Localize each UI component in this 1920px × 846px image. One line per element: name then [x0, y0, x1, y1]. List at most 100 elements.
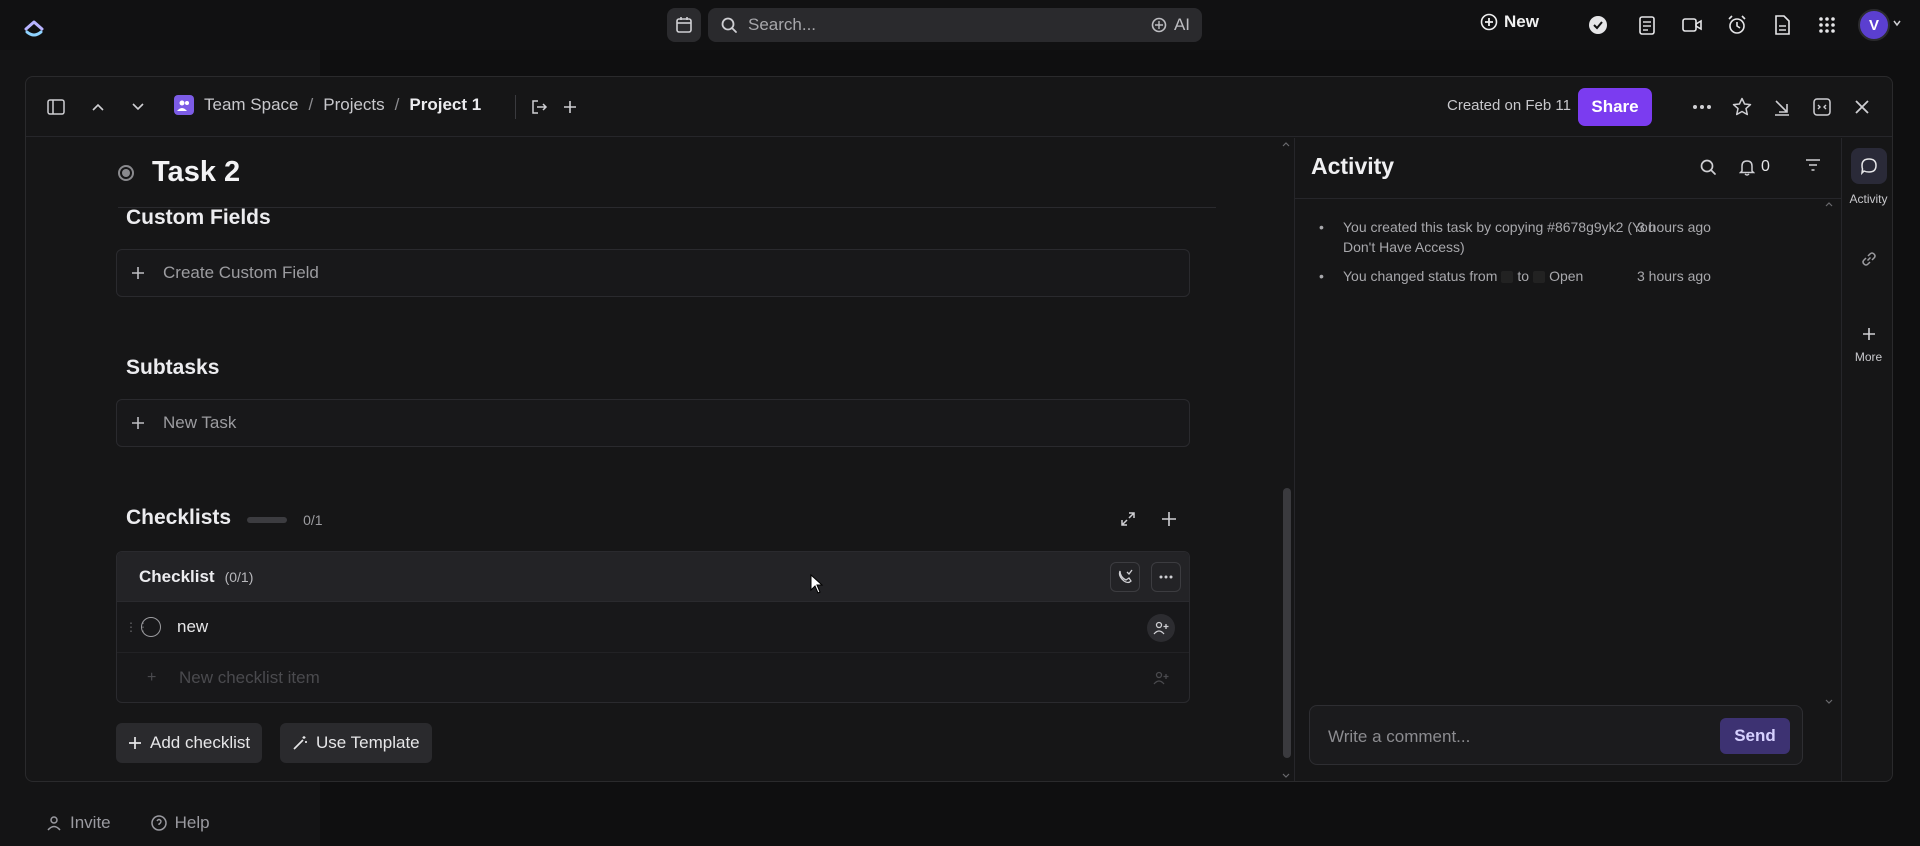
add-icon[interactable]: [560, 97, 580, 117]
move-task-icon[interactable]: [529, 97, 549, 117]
breadcrumb: Team Space / Projects / Project 1: [174, 95, 481, 115]
checklist-name[interactable]: Checklist: [139, 567, 215, 587]
link-icon[interactable]: [1842, 250, 1892, 268]
rail-more-label: More: [1854, 350, 1883, 364]
activity-scrollbar[interactable]: [1823, 198, 1835, 708]
rail-activity[interactable]: Activity: [1842, 148, 1892, 206]
checklist-more-icon[interactable]: [1151, 562, 1181, 592]
notification-count: 0: [1761, 158, 1770, 175]
plus-icon: [128, 736, 142, 750]
app-logo-icon[interactable]: [22, 14, 46, 38]
new-subtask-label: New Task: [163, 413, 237, 432]
magic-wand-icon: [292, 735, 308, 751]
activity-entry-time: 3 hours ago: [1637, 268, 1711, 284]
document-icon[interactable]: [1771, 14, 1793, 36]
task-scrollbar[interactable]: [1280, 138, 1292, 781]
checklist-item-text[interactable]: new: [177, 617, 208, 637]
activity-entry-time: 3 hours ago: [1637, 219, 1711, 235]
subtasks-heading: Subtasks: [126, 356, 220, 379]
new-subtask-button[interactable]: New Task: [116, 399, 1190, 447]
mouse-cursor: [810, 574, 824, 594]
activity-entry: • You created this task by copying #8678…: [1319, 219, 1711, 255]
breadcrumb-projects[interactable]: Projects: [323, 95, 384, 115]
checklists-heading: Checklists: [126, 506, 232, 529]
task-status-icon[interactable]: [118, 164, 134, 181]
alarm-clock-icon[interactable]: [1726, 14, 1748, 36]
user-avatar[interactable]: V: [1858, 9, 1890, 41]
chevron-down-icon[interactable]: [1892, 18, 1902, 28]
notepad-icon[interactable]: [1636, 14, 1658, 36]
add-checklist-icon[interactable]: [1158, 508, 1180, 530]
video-icon[interactable]: [1681, 14, 1703, 36]
star-icon[interactable]: [1732, 97, 1752, 117]
activity-title: Activity: [1311, 153, 1395, 179]
rail-more[interactable]: More: [1842, 326, 1892, 364]
share-button[interactable]: Share: [1578, 88, 1652, 126]
top-bar: Search... AI New V: [0, 0, 1920, 50]
search-icon: [720, 16, 738, 34]
chat-bubble-icon: [1850, 148, 1887, 184]
add-checklist-label: Add checklist: [150, 733, 251, 752]
search-bar[interactable]: Search... AI: [708, 8, 1202, 42]
new-checklist-item-row[interactable]: + New checklist item: [117, 653, 1189, 702]
new-checklist-item-input[interactable]: New checklist item: [179, 668, 320, 688]
breadcrumb-project-1[interactable]: Project 1: [409, 95, 481, 115]
checklist-progress-bar: [247, 517, 288, 523]
plus-circle-icon: [1480, 13, 1498, 31]
status-chip: [1533, 271, 1546, 284]
send-button[interactable]: Send: [1720, 718, 1790, 754]
assign-checklist-icon[interactable]: [1110, 562, 1140, 592]
breadcrumb-team-space[interactable]: Team Space: [204, 95, 299, 115]
invite-label: Invite: [70, 813, 111, 832]
use-template-label: Use Template: [316, 733, 420, 752]
help-icon: [150, 815, 167, 831]
task-modal: Team Space / Projects / Project 1 Create…: [25, 76, 1893, 782]
expand-checklists-icon[interactable]: [1117, 508, 1139, 530]
invite-button[interactable]: Invite: [46, 813, 111, 833]
calendar-icon[interactable]: [667, 8, 701, 42]
assign-user-icon[interactable]: [1147, 614, 1175, 642]
activity-entry: • You changed status from to Open 3 hours …: [1319, 268, 1711, 284]
plus-icon: [1861, 326, 1877, 342]
sidebar-toggle-icon[interactable]: [46, 97, 66, 117]
expand-icon[interactable]: [1812, 97, 1832, 117]
check-circle-icon[interactable]: [1587, 14, 1609, 36]
more-options-icon[interactable]: [1692, 97, 1712, 117]
chevron-up-icon[interactable]: [88, 97, 108, 117]
minimize-icon[interactable]: [1772, 97, 1792, 117]
checklist-item[interactable]: ⋮⋮ new: [117, 602, 1189, 653]
activity-entry-text: You created this task by copying #8678g9…: [1343, 219, 1656, 255]
right-rail: Activity More: [1841, 138, 1892, 781]
help-label: Help: [174, 813, 210, 832]
checklist-progress-text: 0/1: [303, 512, 323, 528]
add-checklist-button[interactable]: Add checklist: [116, 723, 263, 763]
scrollbar-thumb[interactable]: [1283, 488, 1291, 758]
activity-panel: Activity 0 • You created this task by co…: [1295, 138, 1841, 781]
status-chip: [1501, 271, 1514, 284]
checklist-item-checkbox[interactable]: [141, 617, 161, 637]
created-date: Created on Feb 11: [1447, 97, 1571, 114]
user-icon: [47, 816, 61, 831]
ai-button[interactable]: AI: [1150, 15, 1190, 35]
chevron-down-icon[interactable]: [128, 97, 148, 117]
checklist-header: Checklist (0/1): [117, 552, 1189, 602]
filter-icon[interactable]: [1805, 158, 1821, 172]
close-icon[interactable]: [1852, 97, 1872, 117]
task-title[interactable]: Task 2: [152, 156, 240, 189]
comment-placeholder: Write a comment...: [1328, 727, 1471, 746]
checklist-card: Checklist (0/1) ⋮⋮ new + New checklist i…: [116, 551, 1190, 703]
help-button[interactable]: Help: [150, 813, 210, 833]
apps-grid-icon[interactable]: [1816, 14, 1838, 36]
activity-search-icon[interactable]: [1699, 158, 1717, 176]
bell-icon: [1739, 158, 1755, 176]
rail-activity-label: Activity: [1849, 192, 1888, 206]
use-template-button[interactable]: Use Template: [280, 723, 432, 763]
create-custom-field-button[interactable]: Create Custom Field: [116, 249, 1190, 297]
plus-icon: [131, 266, 145, 280]
new-button[interactable]: New: [1480, 12, 1539, 32]
task-detail-pane: Task 2 Custom Fields Create Custom Field…: [26, 138, 1294, 781]
notifications-button[interactable]: 0: [1739, 158, 1770, 176]
new-label: New: [1504, 12, 1539, 31]
modal-header: Team Space / Projects / Project 1 Create…: [26, 77, 1892, 137]
comment-input[interactable]: Write a comment... Send: [1309, 705, 1803, 765]
